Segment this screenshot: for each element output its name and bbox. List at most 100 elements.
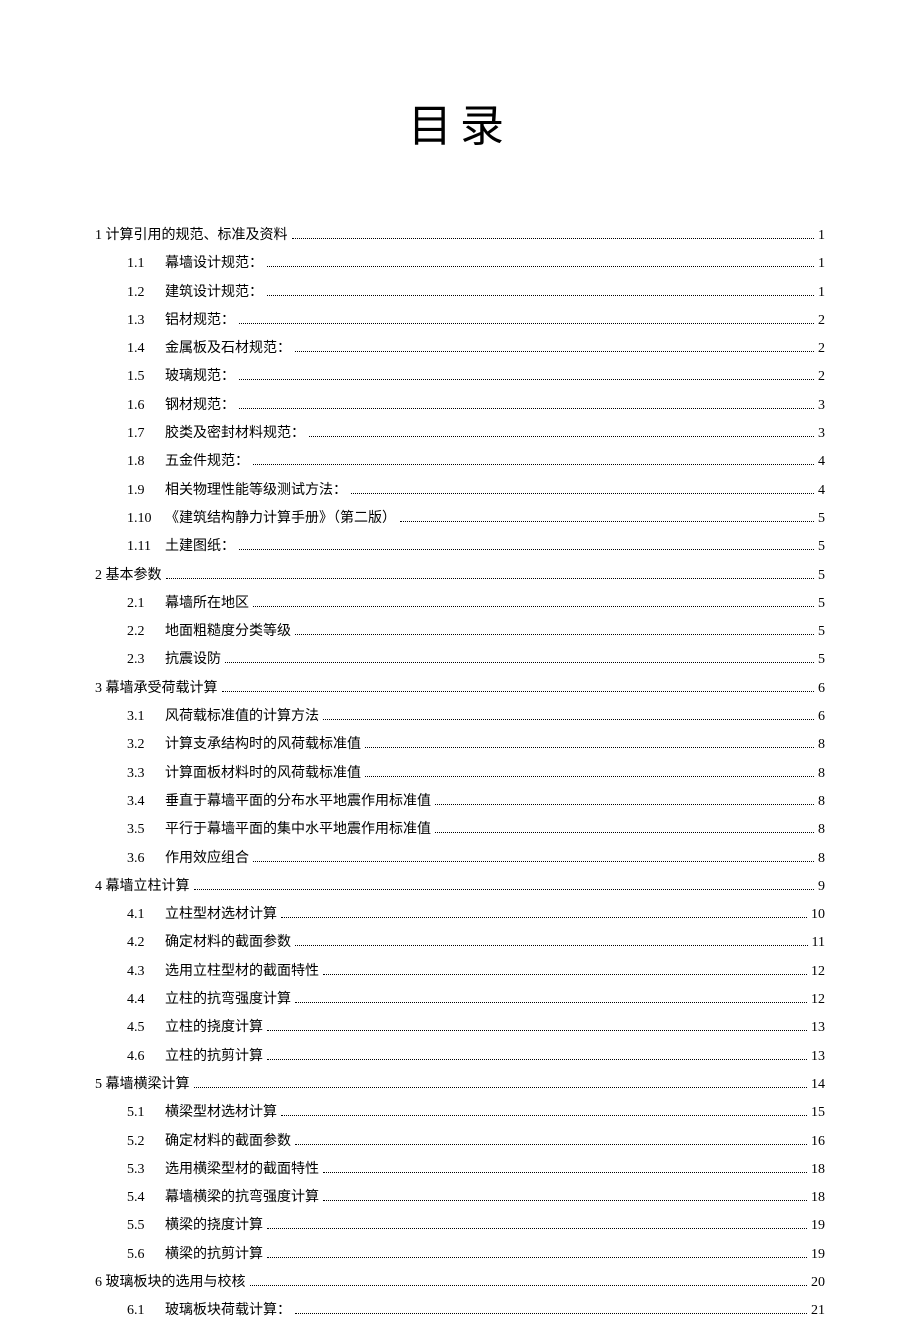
toc-number: 1.1 [127, 252, 165, 276]
toc-entry: 1.8五金件规范：4 [95, 450, 825, 474]
toc-text: 土建图纸： [165, 535, 235, 559]
toc-number: 1.4 [127, 337, 165, 361]
toc-text: 幕墙所在地区 [165, 592, 249, 616]
toc-number: 5.3 [127, 1158, 165, 1182]
toc-number: 4.2 [127, 931, 165, 955]
toc-page-number: 6 [818, 705, 825, 729]
toc-leader-dots [295, 351, 814, 352]
toc-page-number: 13 [811, 1016, 825, 1040]
toc-entry: 1.6钢材规范：3 [95, 394, 825, 418]
toc-leader-dots [351, 493, 814, 494]
toc-leader-dots [222, 691, 815, 692]
toc-leader-dots [295, 634, 814, 635]
toc-leader-dots [295, 945, 808, 946]
toc-number: 3.6 [127, 847, 165, 871]
toc-number: 3.2 [127, 733, 165, 757]
toc-number: 2.2 [127, 620, 165, 644]
toc-leader-dots [239, 408, 814, 409]
toc-text: 金属板及石材规范： [165, 337, 291, 361]
toc-entry: 2.3抗震设防 5 [95, 648, 825, 672]
toc-text: 地面粗糙度分类等级 [165, 620, 291, 644]
toc-text: 平行于幕墙平面的集中水平地震作用标准值 [165, 818, 431, 842]
toc-entry: 3.5平行于幕墙平面的集中水平地震作用标准值8 [95, 818, 825, 842]
toc-entry: 4.4立柱的抗弯强度计算12 [95, 988, 825, 1012]
toc-leader-dots [267, 1257, 807, 1258]
toc-number: 6.1 [127, 1299, 165, 1323]
toc-number: 1.3 [127, 309, 165, 333]
toc-number: 1.5 [127, 365, 165, 389]
toc-entry: 5.2确定材料的截面参数16 [95, 1130, 825, 1154]
toc-page-number: 18 [811, 1186, 825, 1210]
toc-text: 立柱的抗弯强度计算 [165, 988, 291, 1012]
toc-leader-dots [267, 266, 814, 267]
toc-text: 横梁型材选材计算 [165, 1101, 277, 1125]
toc-leader-dots [225, 662, 814, 663]
toc-number: 4.5 [127, 1016, 165, 1040]
toc-text: 钢材规范： [165, 394, 235, 418]
toc-entry: 3.2计算支承结构时的风荷载标准值 8 [95, 733, 825, 757]
toc-text: 计算面板材料时的风荷载标准值 [165, 762, 361, 786]
toc-leader-dots [267, 1228, 807, 1229]
toc-entry: 6.1玻璃板块荷载计算：21 [95, 1299, 825, 1323]
toc-text: 胶类及密封材料规范： [165, 422, 305, 446]
toc-page-number: 2 [818, 365, 825, 389]
toc-number: 5.1 [127, 1101, 165, 1125]
toc-number: 3.1 [127, 705, 165, 729]
toc-number: 2.3 [127, 648, 165, 672]
toc-number: 3.3 [127, 762, 165, 786]
toc-page-number: 5 [818, 564, 825, 588]
toc-text: 选用横梁型材的截面特性 [165, 1158, 319, 1182]
toc-page-number: 15 [811, 1101, 825, 1125]
toc-leader-dots [323, 719, 814, 720]
toc-number: 1.8 [127, 450, 165, 474]
toc-entry: 1.11土建图纸：5 [95, 535, 825, 559]
toc-page-number: 5 [818, 592, 825, 616]
toc-text: 相关物理性能等级测试方法： [165, 479, 347, 503]
toc-entry: 3.6作用效应组合8 [95, 847, 825, 871]
toc-page-number: 10 [811, 903, 825, 927]
toc-entry: 1.9相关物理性能等级测试方法：4 [95, 479, 825, 503]
toc-text: 立柱的挠度计算 [165, 1016, 263, 1040]
toc-page-number: 1 [818, 281, 825, 305]
toc-leader-dots [309, 436, 814, 437]
toc-leader-dots [365, 776, 814, 777]
toc-leader-dots [323, 1200, 807, 1201]
toc-text: 选用立柱型材的截面特性 [165, 960, 319, 984]
toc-leader-dots [267, 1030, 807, 1031]
toc-text: 横梁的抗剪计算 [165, 1243, 263, 1267]
toc-page-number: 8 [818, 733, 825, 757]
toc-page-number: 2 [818, 309, 825, 333]
toc-entry: 4 幕墙立柱计算 9 [95, 875, 825, 899]
toc-entry: 4.6立柱的抗剪计算13 [95, 1045, 825, 1069]
toc-leader-dots [194, 1087, 808, 1088]
toc-page-number: 5 [818, 648, 825, 672]
toc-entry: 4.5立柱的挠度计算 13 [95, 1016, 825, 1040]
toc-entry: 1.4金属板及石材规范：2 [95, 337, 825, 361]
toc-entry: 3.3计算面板材料时的风荷载标准值8 [95, 762, 825, 786]
toc-leader-dots [239, 323, 814, 324]
toc-page-number: 3 [818, 394, 825, 418]
toc-page-number: 9 [818, 875, 825, 899]
toc-leader-dots [292, 238, 815, 239]
toc-number: 5.5 [127, 1214, 165, 1238]
toc-text: 幕墙设计规范： [165, 252, 263, 276]
toc-leader-dots [250, 1285, 808, 1286]
toc-entry: 2.2地面粗糙度分类等级5 [95, 620, 825, 644]
toc-page-number: 19 [811, 1243, 825, 1267]
toc-text: 抗震设防 [165, 648, 221, 672]
toc-text: 计算支承结构时的风荷载标准值 [165, 733, 361, 757]
toc-page-number: 19 [811, 1214, 825, 1238]
toc-page-number: 21 [811, 1299, 825, 1323]
toc-text: 作用效应组合 [165, 847, 249, 871]
toc-page-number: 8 [818, 818, 825, 842]
toc-entry: 1.7胶类及密封材料规范：3 [95, 422, 825, 446]
toc-text: 《建筑结构静力计算手册》（第二版） [165, 507, 396, 531]
toc-number: 3.4 [127, 790, 165, 814]
toc-text: 立柱型材选材计算 [165, 903, 277, 927]
page-title: 目录 [95, 90, 825, 154]
toc-heading: 1 计算引用的规范、标准及资料 [95, 224, 288, 248]
toc-entry: 2.1幕墙所在地区5 [95, 592, 825, 616]
toc-entry: 1.1幕墙设计规范：1 [95, 252, 825, 276]
toc-entry: 1.2建筑设计规范：1 [95, 281, 825, 305]
toc-leader-dots [295, 1002, 807, 1003]
